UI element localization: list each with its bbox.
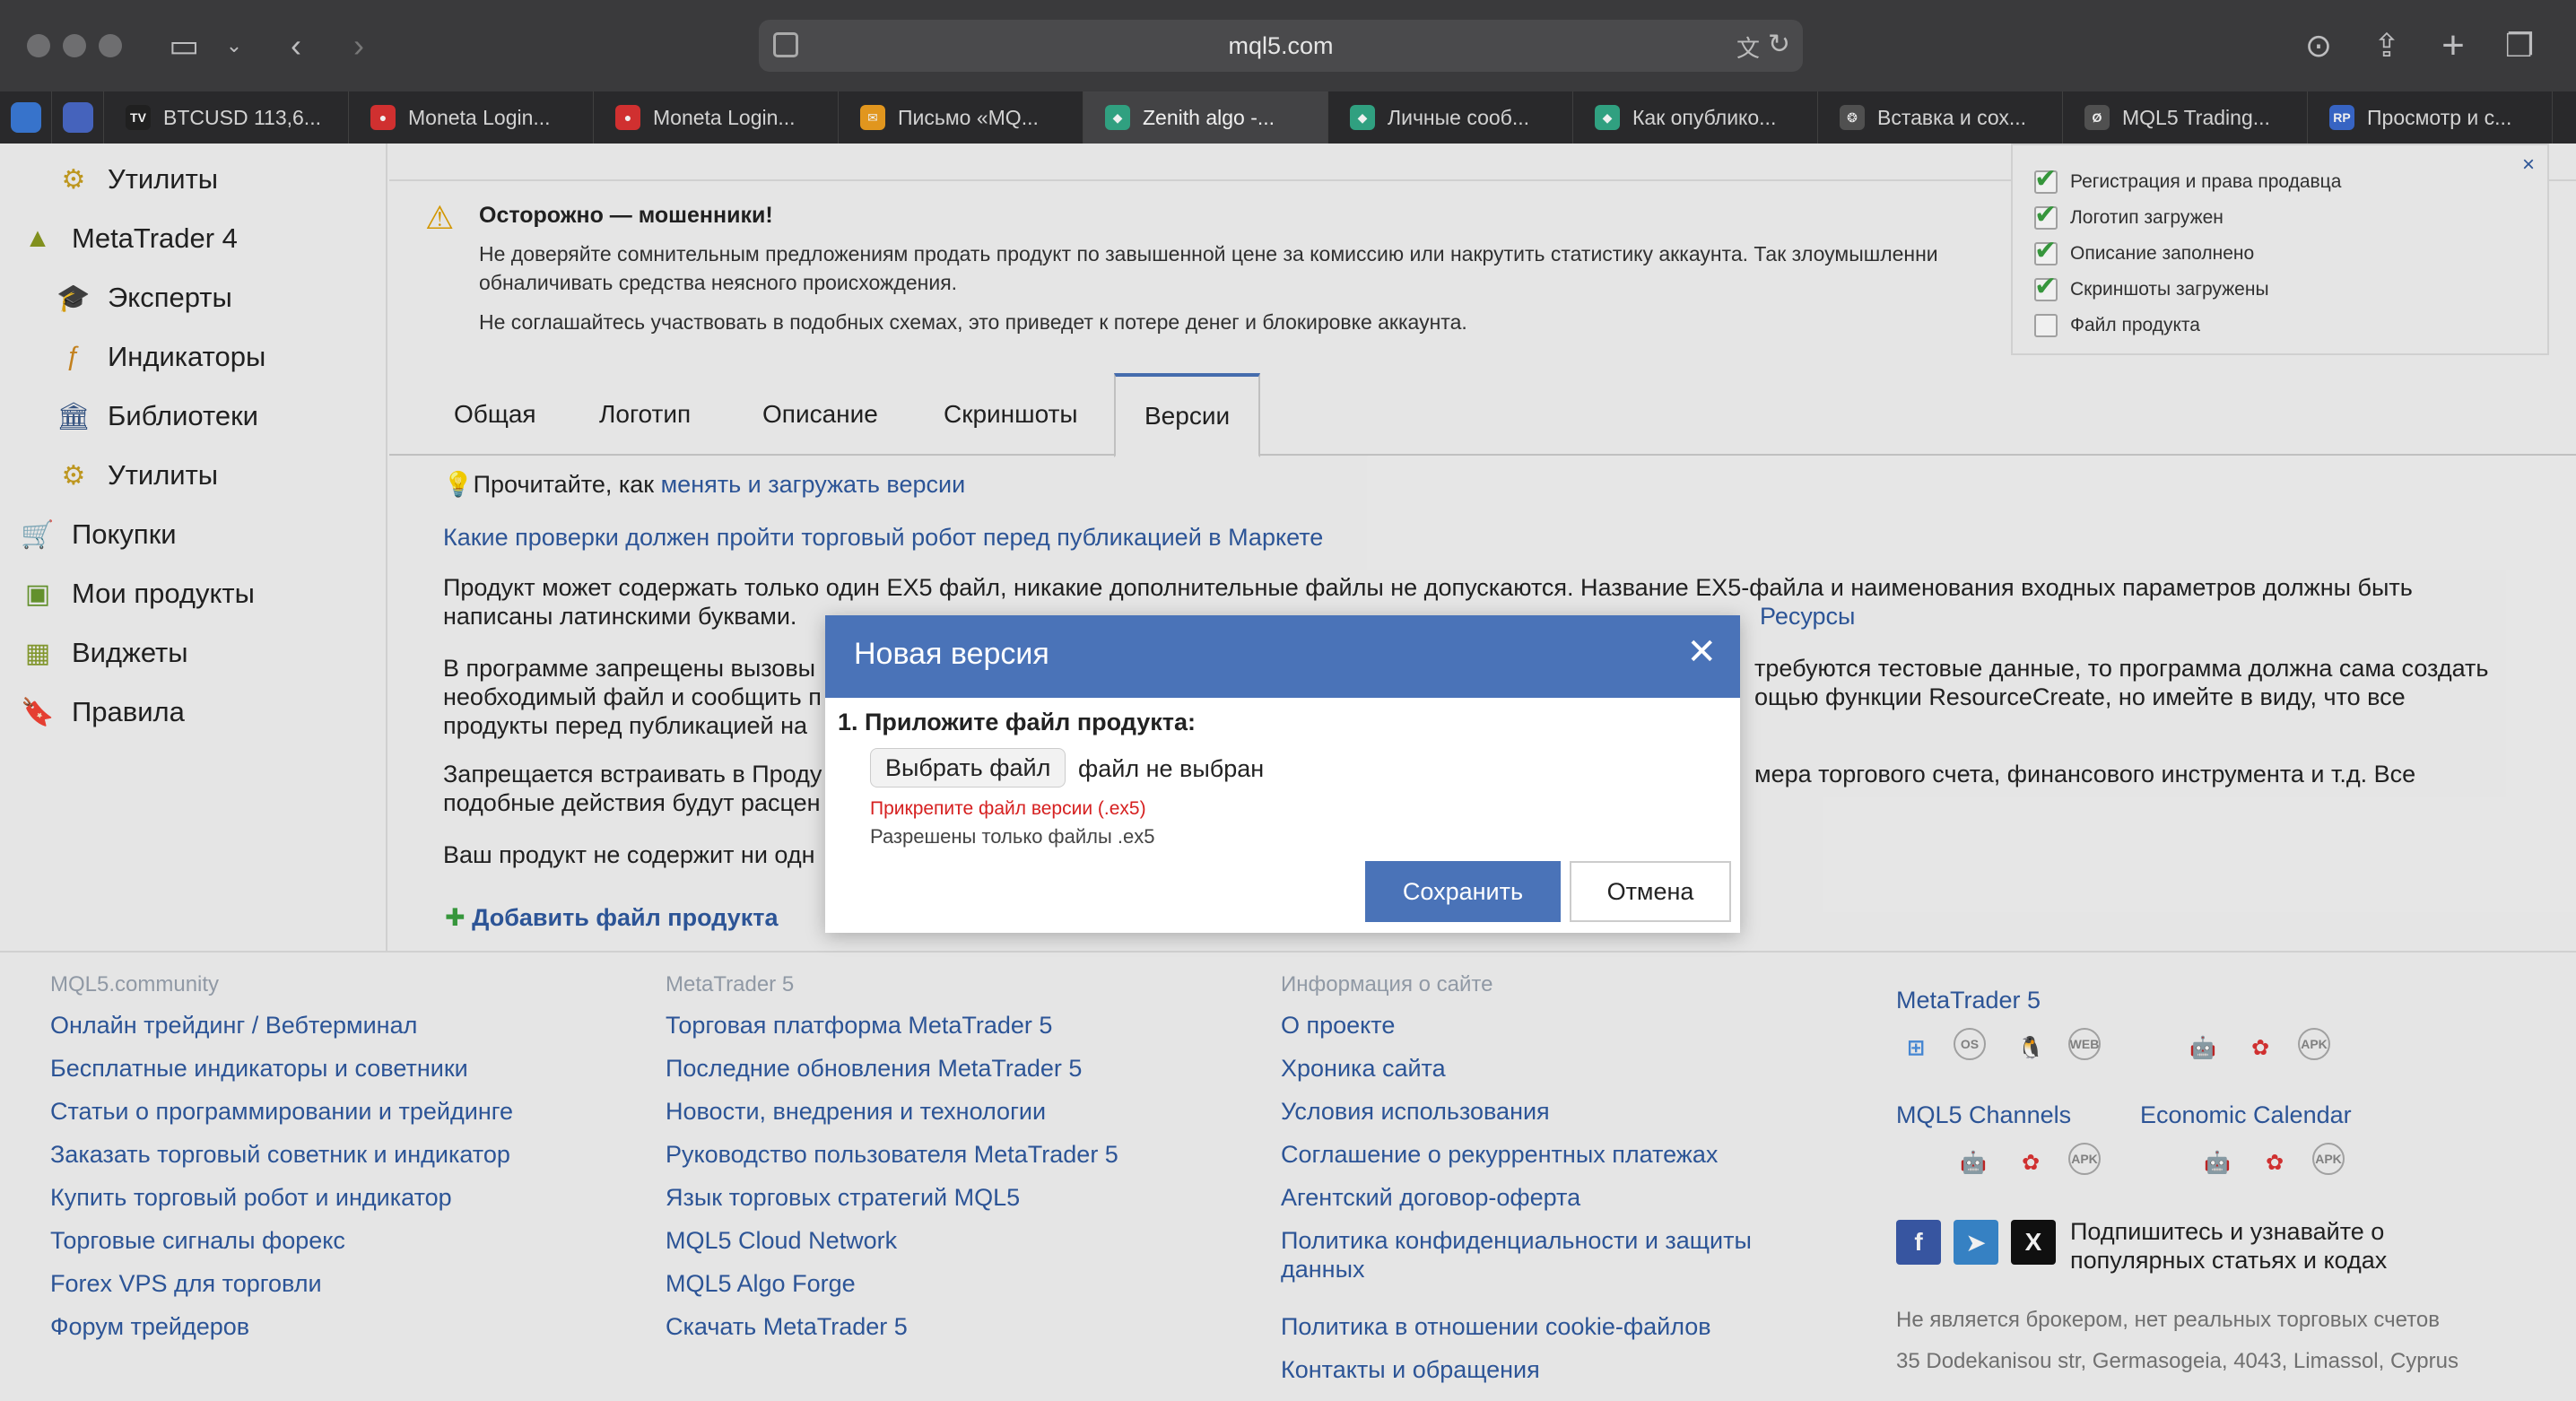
- close-icon[interactable]: ✕: [1686, 631, 1717, 673]
- zoom-window-button[interactable]: [99, 34, 122, 57]
- new-version-dialog: Новая версия ✕ 1. Приложите файл продукт…: [825, 615, 1740, 933]
- back-icon[interactable]: ‹: [278, 23, 314, 68]
- browser-toolbar: ▭ ⌄ ‹ › mql5.com 文 ↻ ⊙ ⇪ + ❐: [0, 0, 2576, 91]
- cancel-button[interactable]: Отмена: [1570, 861, 1731, 922]
- downloads-icon[interactable]: ⊙: [2296, 23, 2341, 68]
- choose-file-button[interactable]: Выбрать файл: [870, 748, 1066, 788]
- file-status: файл не выбран: [1078, 755, 1265, 782]
- file-hint: Разрешены только файлы .ex5: [870, 825, 1155, 848]
- error-message: Прикрепите файл версии (.ex5): [870, 798, 1146, 819]
- tab-overview-icon[interactable]: ❐: [2497, 23, 2542, 68]
- forward-icon[interactable]: ›: [341, 23, 377, 68]
- share-icon[interactable]: ⇪: [2364, 23, 2409, 68]
- translate-icon[interactable]: 文: [1736, 30, 1760, 64]
- chevron-down-icon[interactable]: ⌄: [219, 23, 249, 68]
- reload-icon[interactable]: ↻: [1768, 29, 1790, 60]
- dialog-header: Новая версия ✕: [825, 615, 1740, 698]
- save-button[interactable]: Сохранить: [1365, 861, 1561, 922]
- step-label: 1. Приложите файл продукта:: [838, 709, 1196, 735]
- url-text: mql5.com: [1228, 32, 1334, 59]
- address-bar[interactable]: mql5.com 文 ↻: [759, 20, 1803, 72]
- new-tab-icon[interactable]: +: [2431, 23, 2476, 68]
- minimize-window-button[interactable]: [63, 34, 86, 57]
- sidebar-toggle-icon[interactable]: ▭: [161, 23, 206, 68]
- close-window-button[interactable]: [27, 34, 50, 57]
- dialog-title: Новая версия: [854, 637, 1049, 671]
